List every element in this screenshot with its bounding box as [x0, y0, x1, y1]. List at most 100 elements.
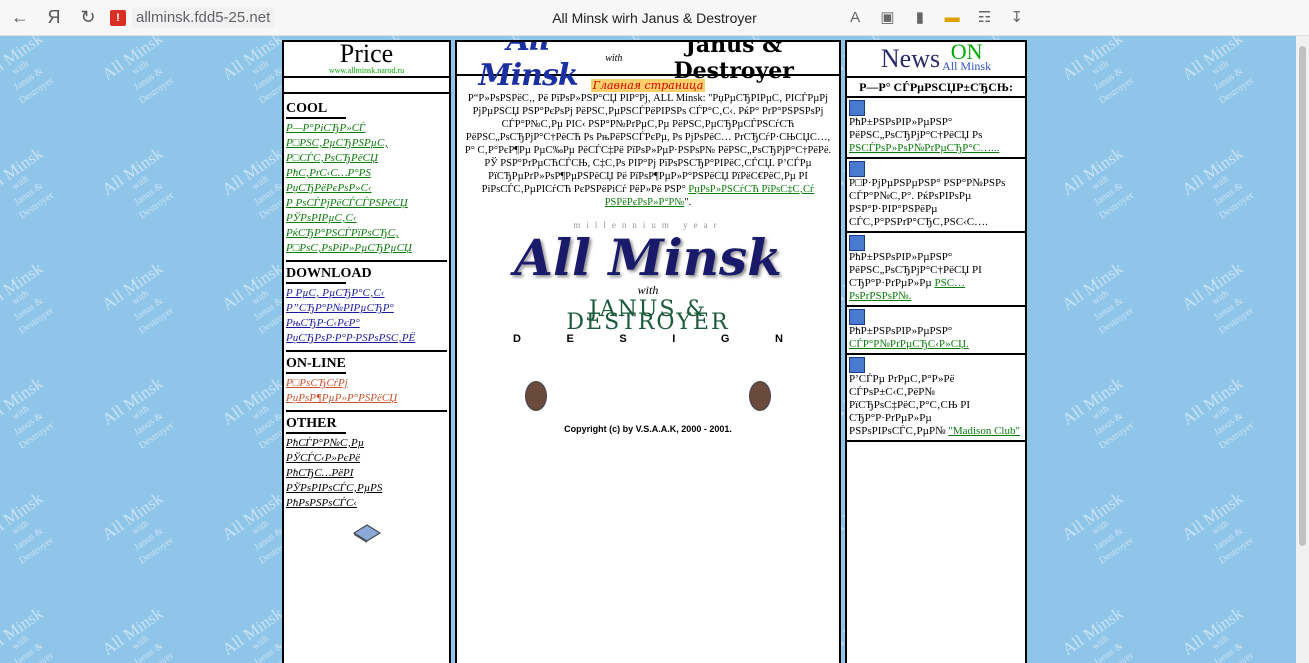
menu-section-rule — [286, 282, 346, 284]
menu-link[interactable]: РЎРѕРІРµС‚С‹ — [286, 211, 447, 226]
copyright: Copyright (c) by V.S.A.A.K, 2000 - 2001. — [564, 424, 732, 434]
menu-link[interactable]: РЎСЃС‹Р»РєРё — [286, 451, 447, 466]
news-bullet-icon — [849, 357, 865, 373]
translate-icon[interactable]: A — [845, 4, 865, 30]
site-banner-graphic: millennium year All Minsk with JANUS & D… — [513, 219, 783, 369]
menu-link[interactable]: РћС‚РґС‹С…Р°РЅ — [286, 166, 447, 181]
news-month: Р—Р° СЃРµРЅСЏР±СЂСЊ: — [847, 78, 1025, 98]
url-text[interactable]: allminsk.fdd5-25.net — [132, 7, 275, 28]
menu-separator — [286, 350, 447, 352]
left-menu: COOL Р—Р°РіСЂР»СЃ Р□РЅС‚РµСЂРЅРµС‚ Р□СЃС‚Рѕ… — [284, 94, 449, 546]
menu-link[interactable]: РќСЂР°РЅСЃРїРѕСЂС‚ — [286, 226, 447, 241]
right-column: News ON All Minsk Р—Р° СЃРµРЅСЏР±СЂСЊ: Р… — [845, 40, 1027, 663]
menu-link[interactable]: РћСЃР°Р№С‚Рµ — [286, 436, 447, 451]
watermark-tile: All MinskwithJanus &Destroyer — [98, 489, 189, 577]
yandex-icon[interactable]: Я — [40, 4, 68, 32]
reload-icon[interactable]: ↻ — [74, 4, 102, 32]
watermark-tile: All MinskwithJanus &Destroyer — [0, 604, 69, 663]
watermark-tile: All MinskwithJanus &Destroyer — [98, 144, 189, 232]
menu-link[interactable]: РћРѕРЅРѕСЃС‹ — [286, 496, 447, 511]
menu-section: ON-LINE Р□РѕСЂСѓРј РџРѕР¶РµР»Р°РЅРёСЏ — [286, 356, 447, 412]
watermark-tile: All MinskwithJanus &Destroyer — [98, 374, 189, 462]
menu-link[interactable]: РџСЂРѕР·Р°Р·РЅРѕРЅС‚РЁ — [286, 331, 447, 346]
news-text: РћР±РЅРѕРІР»РµРЅР° — [849, 325, 953, 337]
menu-section-rule — [286, 432, 346, 434]
watermark-tile: All MinskwithJanus &Destroyer — [1178, 604, 1269, 663]
menu-link[interactable]: Р□РЅС‚РµСЂРЅРµС‚ — [286, 136, 447, 151]
menu-link[interactable]: Р—Р°РіСЂР»СЃ — [286, 121, 447, 136]
author-photo-left[interactable] — [525, 381, 547, 411]
price-header: Price www.allminsk.narod.ru — [284, 42, 449, 78]
menu-section: COOL Р—Р°РіСЂР»СЃ Р□РЅС‚РµСЂРЅРµС‚ Р□СЃС‚Рѕ… — [286, 101, 447, 262]
intro-paragraph: Р“Р»РѕРЅРёС‚, Рё РїРѕР»РЅР°СЏ РІР°Рј, AL… — [464, 93, 832, 195]
email-link[interactable]: РџРѕР»РЅСѓСЋ РїРѕС‡С‚Сѓ — [688, 184, 814, 195]
menu-section-rule — [286, 372, 346, 374]
battery-icon[interactable]: ▬ — [942, 4, 962, 30]
design-letter: S — [619, 333, 627, 345]
browser-toolbar: ← Я ↻ ! allminsk.fdd5-25.net All Minsk w… — [0, 0, 1309, 36]
watermark-tile: All MinskwithJanus &Destroyer — [0, 489, 69, 577]
menu-link[interactable]: Р РѕСЃРјРёСЃСЃРЅРёСЏ — [286, 196, 447, 211]
menu-link[interactable]: Р”СЂР°Р№РІРµСЂР° — [286, 301, 447, 316]
watermark-tile: All MinskwithJanus &Destroyer — [0, 144, 69, 232]
menu-section: DOWNLOAD Р РµС‚ РµСЂР°С‚С‹ Р”СЂР°Р№РІРµСЂР… — [286, 266, 447, 352]
news-bullet-icon — [849, 235, 865, 251]
news-link[interactable]: СЃР°Р№РґРµСЂС‹Р»СЏ. — [849, 338, 969, 350]
news-list: РћР±РЅРѕРІР»РµРЅР° РёРЅС„РѕСЂРјР°С†РёСЏ … — [847, 98, 1025, 442]
news-link[interactable]: РЅСЃРѕР»РѕР№РґРµСЂР°С…... — [849, 142, 999, 154]
watermark-tile: All MinskwithJanus &Destroyer — [1058, 489, 1149, 577]
news-item: РћР±РЅРѕРІР»РµРЅР° РёРЅС„РѕСЂРјР°С†РёСЏ … — [847, 233, 1025, 307]
watermark-tile: All MinskwithJanus &Destroyer — [1178, 259, 1269, 347]
price-title: Price — [339, 40, 394, 68]
disk-icon[interactable] — [352, 523, 382, 543]
menu-link[interactable]: РЎРѕРІРѕСЃС‚РµРЅ — [286, 481, 447, 496]
menu-link[interactable]: РџРѕР¶РµР»Р°РЅРёСЏ — [286, 391, 447, 406]
author-link[interactable]: РЅРёРєРѕР»Р°Р№ — [605, 197, 685, 208]
news-text: РћР±РЅРѕРІР»РµРЅР° РёРЅС„РѕСЂРјР°С†РёСЏ … — [849, 116, 983, 141]
menu-link[interactable]: Р□РѕС‚РѕРіР»РµСЂРµСЏ — [286, 241, 447, 256]
bookmark-icon[interactable]: ▮ — [910, 4, 930, 30]
menu-section-title: OTHER — [286, 416, 337, 431]
news-header: News ON All Minsk — [847, 42, 1025, 78]
news-bullet-icon — [849, 100, 865, 116]
watermark-tile: All MinskwithJanus &Destroyer — [98, 36, 189, 117]
back-icon[interactable]: ← — [6, 4, 34, 32]
extensions-icon[interactable]: ☶ — [974, 4, 994, 30]
download-icon[interactable]: ↧ — [1007, 4, 1027, 30]
address-bar[interactable]: ! allminsk.fdd5-25.net — [110, 7, 275, 28]
menu-section-title: DOWNLOAD — [286, 266, 372, 281]
menu-link[interactable]: РњСЂР·С‹РєР° — [286, 316, 447, 331]
design-letter: I — [672, 333, 676, 345]
scrollbar-thumb[interactable] — [1299, 46, 1306, 546]
menu-link[interactable]: РџСЂРёРєРѕР»С‹ — [286, 181, 447, 196]
menu-link[interactable]: Р□СЃС‚РѕСЂРёСЏ — [286, 151, 447, 166]
news-item: Р□Р·РјРµРЅРµРЅР° РЅР°Р№РЅРѕ СЃР°Р№С‚Р°. … — [847, 159, 1025, 233]
news-title: News — [880, 44, 941, 73]
logo-with: with — [605, 52, 623, 64]
center-column: All Minsk with Janus & Destroyer Главная… — [455, 40, 841, 663]
price-subtitle: www.allminsk.narod.ru — [328, 66, 405, 75]
menu-link[interactable]: Р□РѕСЂСѓРј — [286, 376, 447, 391]
menu-separator — [286, 410, 447, 412]
news-bullet-icon — [849, 309, 865, 325]
menu-link[interactable]: РћСЂС…РёРІ — [286, 466, 447, 481]
design-letter: N — [775, 333, 783, 345]
news-item: РћР±РЅРѕРІР»РµРЅР° СЃР°Р№РґРµСЂС‹Р»СЏ. — [847, 307, 1025, 355]
news-bullet-icon — [849, 161, 865, 177]
design-letter: D — [513, 333, 521, 345]
intro-text: Р“Р»РѕРЅРёС‚, Рё РїРѕР»РЅР°СЏ РІР°Рј, AL… — [464, 93, 832, 434]
scrollbar[interactable] — [1296, 36, 1309, 663]
warning-icon: ! — [110, 9, 126, 26]
design-letter: G — [720, 333, 730, 345]
author-photo-right[interactable] — [749, 381, 771, 411]
left-spacer — [284, 78, 449, 94]
banner-title: All Minsk — [514, 228, 782, 287]
news-text: Р□Р·РјРµРЅРµРЅР° РЅР°Р№РЅРѕ СЃР°Р№С‚Р°. … — [849, 177, 1006, 228]
menu-section: OTHER РћСЃР°Р№С‚Рµ РЎСЃС‹Р»РєРё РћСЂС…РёРІ Р… — [286, 416, 447, 511]
menu-link[interactable]: Р РµС‚ РµСЂР°С‚С‹ — [286, 286, 447, 301]
lock-icon[interactable]: ▣ — [877, 4, 897, 30]
news-link[interactable]: "Madison Club" — [948, 425, 1020, 437]
watermark-tile: All MinskwithJanus &Destroyer — [0, 36, 69, 117]
left-column: Price www.allminsk.narod.ru COOL Р—Р°РіСЂ… — [282, 40, 451, 663]
site-logo[interactable]: All Minsk with Janus & Destroyer — [457, 42, 839, 93]
